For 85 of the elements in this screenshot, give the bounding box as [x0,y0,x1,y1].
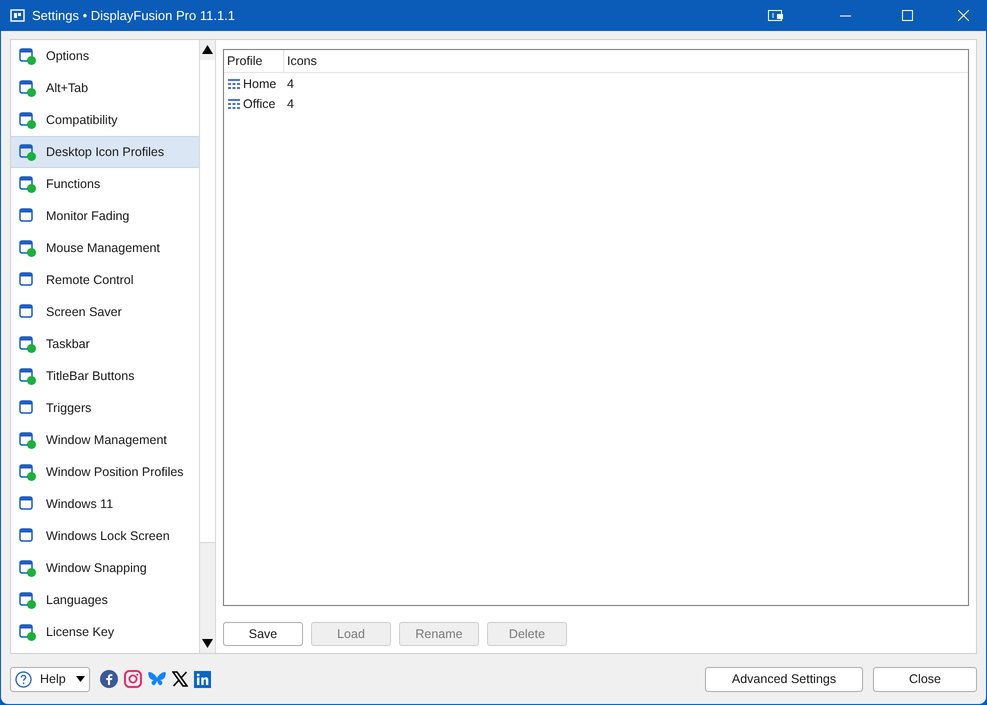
window-icon [19,240,33,254]
sidebar-label: Screen Saver [46,304,122,321]
close-icon[interactable] [958,10,969,21]
sidebar-item[interactable]: Compatibility [11,104,199,136]
window-icon [19,336,33,350]
sidebar-item[interactable]: Alt+Tab [11,72,199,104]
sidebar-item[interactable]: TitleBar Buttons [11,360,199,392]
sidebar-item[interactable]: Functions [11,168,199,200]
sidebar-item[interactable]: Taskbar [11,328,199,360]
sidebar-item[interactable]: Screen Saver [11,296,199,328]
caret-icon [76,676,85,682]
snapshot-icon[interactable] [768,10,784,21]
sidebar-label: Window Position Profiles [46,464,184,481]
window-icon [19,464,33,478]
x-logo-icon[interactable] [172,671,188,688]
window-icon [19,112,33,126]
sidebar-item[interactable]: Languages [11,584,199,616]
scrollbar[interactable] [199,40,216,654]
sidebar-item[interactable]: Remote Control [11,264,199,296]
sidebar-item[interactable]: Options [11,40,199,72]
window-icon [19,560,33,574]
table-cell-text: 4 [287,96,294,113]
instagram-icon[interactable] [124,670,142,688]
close-button[interactable]: Close [873,666,977,692]
sidebar-label: Window Management [46,432,167,449]
window-icon [19,304,33,318]
sidebar-label: Desktop Icon Profiles [46,144,164,161]
window-icon [19,368,33,382]
sidebar-item[interactable]: Window Snapping [11,552,199,584]
window-icon [19,432,33,446]
help-icon [15,670,32,688]
sidebar-label: Taskbar [46,336,90,353]
window-icon [19,624,33,638]
table-cell-text: Home [243,76,278,93]
sidebar-item[interactable]: Desktop Icon Profiles [11,136,199,168]
scroll-up-icon[interactable] [202,45,213,54]
window-icon [19,80,33,94]
table-cell-text: Office [243,96,276,113]
window-icon [19,176,33,190]
scroll-down-icon[interactable] [202,639,213,648]
sidebar-label: TitleBar Buttons [46,368,134,385]
sidebar-item[interactable]: Window Position Profiles [11,456,199,488]
sidebar-label: Windows Lock Screen [46,528,170,545]
sidebar-label: License Key [46,624,114,641]
action-button[interactable]: Save [223,622,303,646]
sidebar-label: Languages [46,592,108,609]
sidebar-label: Monitor Fading [46,208,130,225]
window-icon [19,496,33,510]
window-icon [19,592,33,606]
sidebar-item[interactable]: Monitor Fading [11,200,199,232]
window-icon [19,208,33,222]
sidebar-label: Functions [46,176,100,193]
sidebar-item[interactable]: Windows 11 [11,488,199,520]
butterfly-icon[interactable] [148,671,166,688]
sidebar-label: Alt+Tab [46,80,88,97]
sidebar-label: Compatibility [46,112,118,129]
sidebar-label: Windows 11 [46,496,114,513]
maximize-button[interactable] [902,10,913,21]
column-header[interactable]: Profile [224,50,284,72]
advanced-settings-button[interactable]: Advanced Settings [705,666,863,692]
sidebar-item[interactable]: Windows Lock Screen [11,520,199,552]
sidebar-item[interactable]: License Key [11,616,199,648]
column-header[interactable]: Icons [284,50,968,72]
window-icon [19,48,33,62]
linkedin-icon[interactable] [194,670,211,688]
window-icon [19,528,33,542]
sidebar-label: Mouse Management [46,240,160,257]
table-cell-text: 4 [287,76,294,93]
window-icon [19,272,33,286]
sidebar-item[interactable]: Window Management [11,424,199,456]
scrollbar-thumb[interactable] [200,60,215,543]
sidebar-item[interactable]: Triggers [11,392,199,424]
window-icon [19,400,33,414]
sidebar-label: Triggers [46,400,92,417]
sidebar-label: Window Snapping [46,560,147,577]
sidebar-item[interactable]: Mouse Management [11,232,199,264]
window-icon [19,144,33,158]
window-title: Settings • DisplayFusion Pro 11.1.1 [32,6,236,25]
sidebar-label: Remote Control [46,272,134,289]
sidebar-label: Options [46,48,90,65]
app-icon [10,8,25,23]
grid-icon [228,98,240,110]
grid-icon [228,78,240,90]
help-dropdown[interactable]: Help [10,666,90,692]
facebook-icon[interactable] [100,670,118,688]
